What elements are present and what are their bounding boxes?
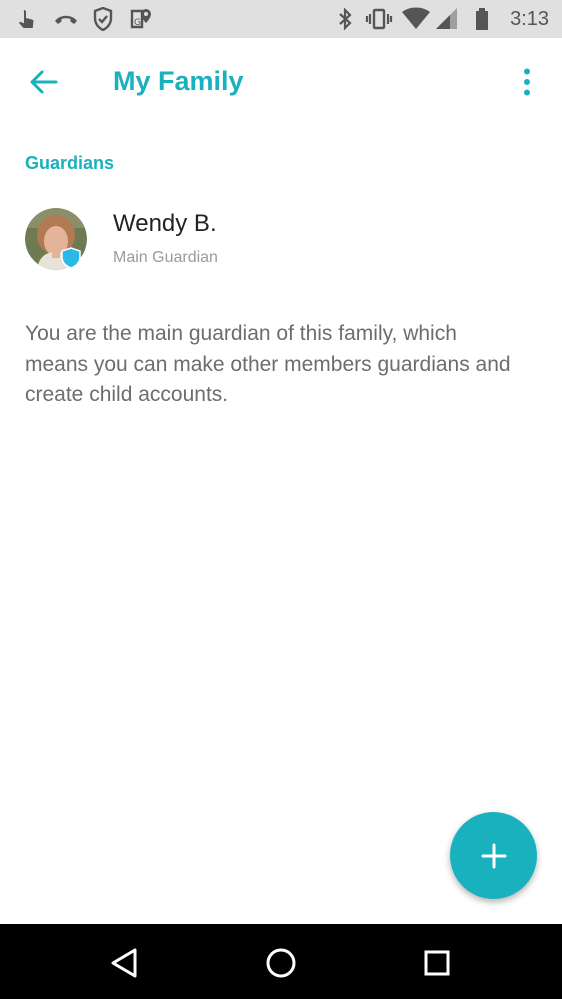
guardian-role: Main Guardian [113, 249, 218, 266]
more-options-button[interactable] [512, 64, 542, 100]
back-triangle-icon [111, 948, 137, 978]
avatar [25, 208, 87, 270]
home-circle-icon [266, 948, 296, 978]
navigation-bar [0, 924, 562, 999]
touch-icon [14, 7, 40, 31]
bluetooth-icon [336, 7, 354, 31]
page-title: My Family [113, 66, 244, 96]
guardian-name: Wendy B. [113, 210, 217, 237]
recents-square-icon [424, 950, 450, 976]
shield-check-icon [92, 7, 114, 31]
wifi-icon [401, 7, 431, 31]
arrow-left-icon [30, 70, 58, 94]
map-pin-icon: G [128, 7, 154, 31]
more-vert-icon [524, 68, 530, 96]
guardians-section-label: Guardians [25, 153, 115, 173]
status-bar: G 3:13 [0, 0, 562, 38]
battery-icon [473, 7, 491, 31]
add-member-button[interactable] [450, 812, 537, 899]
back-button[interactable] [24, 62, 64, 102]
app-bar: My Family [0, 38, 562, 124]
nav-recents-button[interactable] [415, 941, 459, 985]
nav-home-button[interactable] [259, 941, 303, 985]
plus-icon [481, 843, 506, 868]
guardian-shield-icon [61, 247, 81, 269]
svg-text:G: G [134, 18, 141, 28]
vibrate-icon [365, 7, 393, 31]
nav-back-button[interactable] [103, 941, 147, 985]
call-icon [52, 7, 80, 31]
guardian-description: You are the main guardian of this family… [25, 322, 511, 406]
status-time: 3:13 [510, 8, 549, 30]
signal-icon [434, 7, 460, 31]
guardian-list-item[interactable]: Wendy B. Main Guardian [0, 196, 562, 280]
